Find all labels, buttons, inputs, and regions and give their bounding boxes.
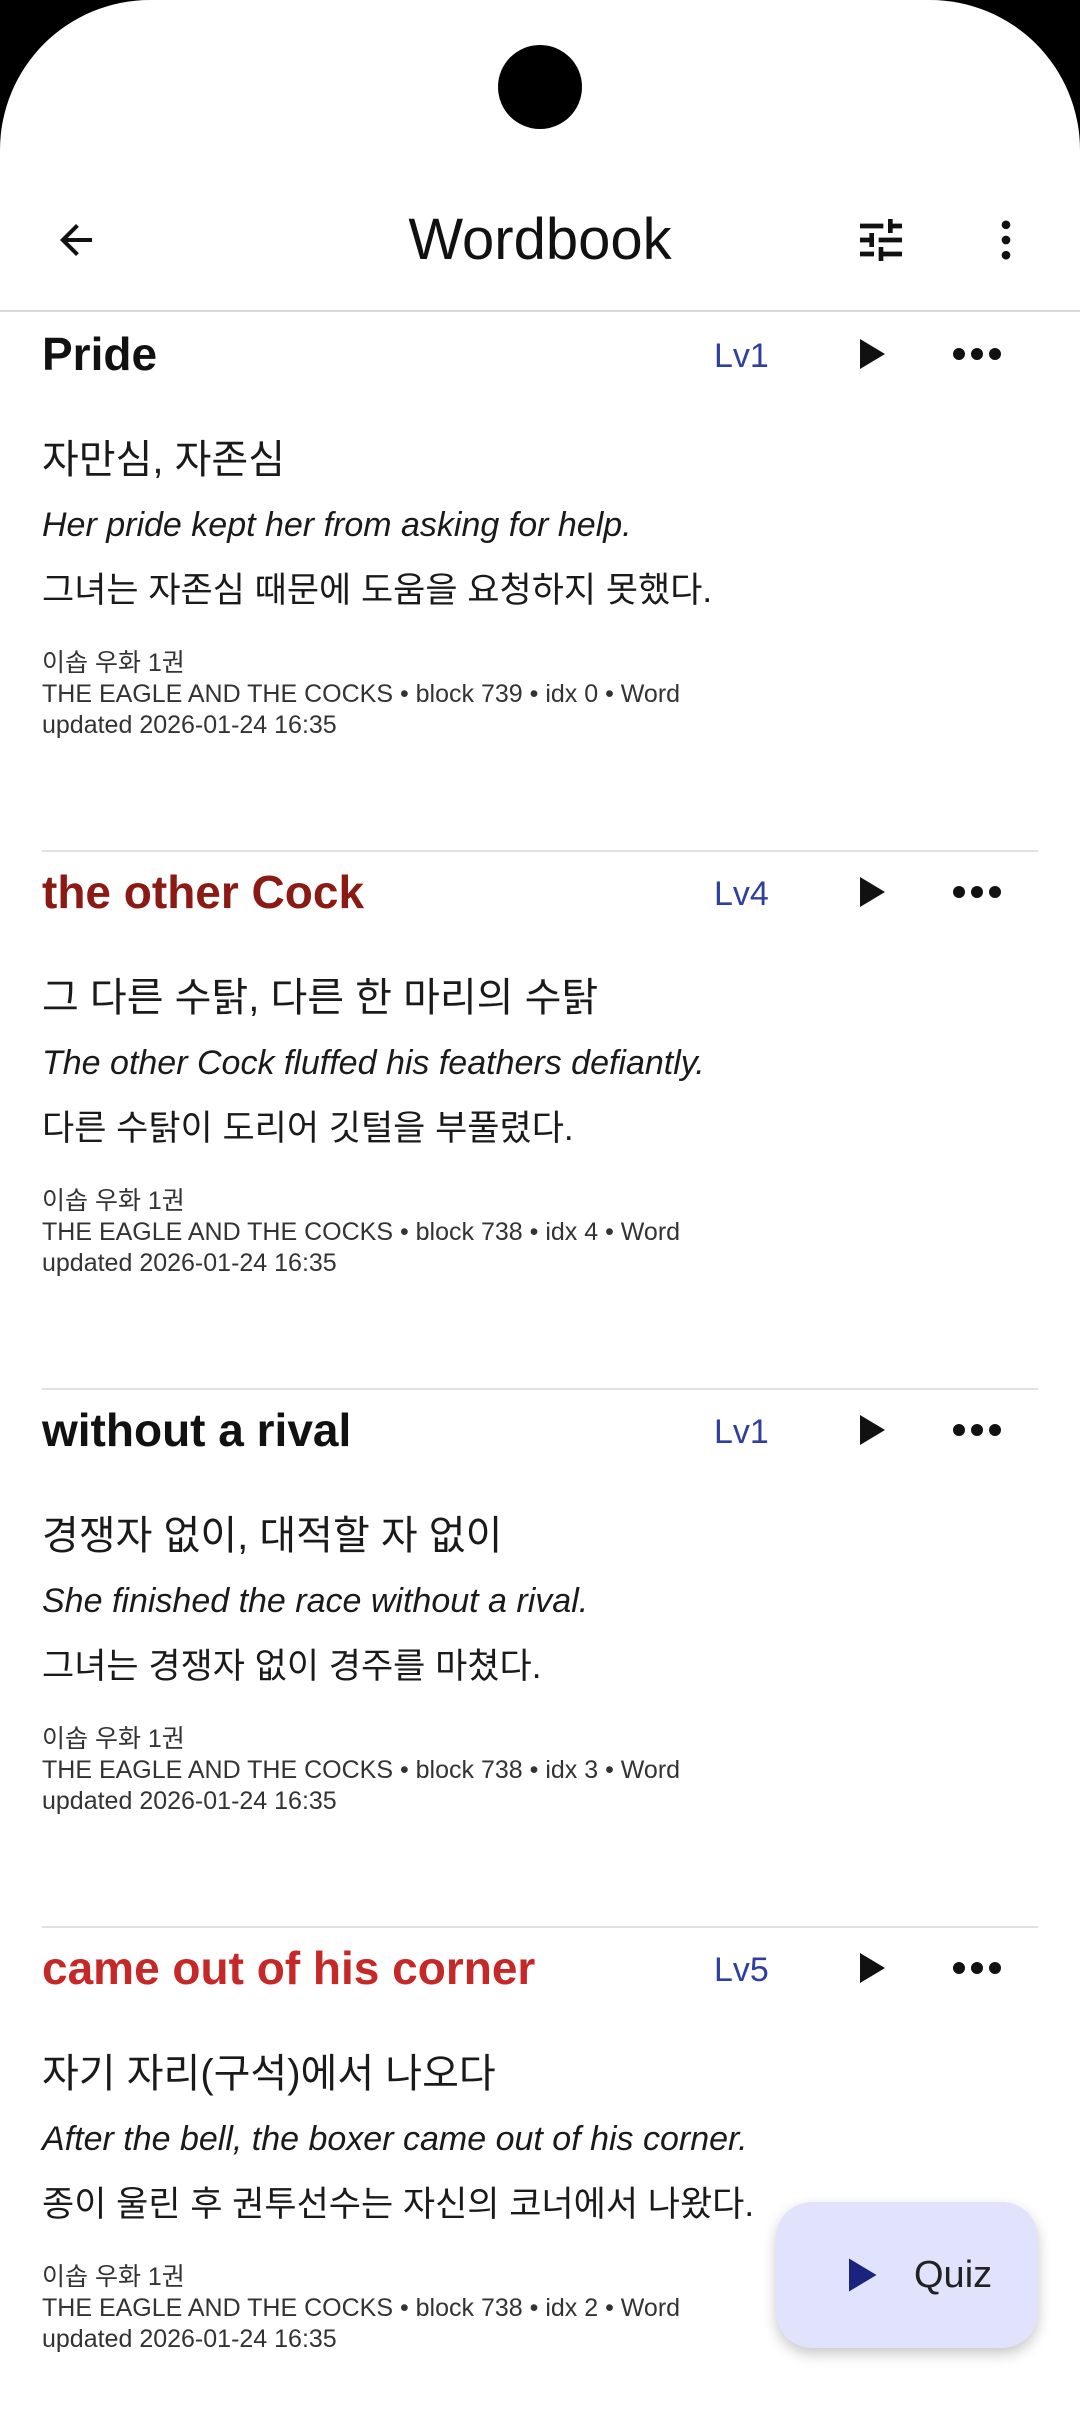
play-audio-button[interactable] [842,1940,898,1996]
page-title: Wordbook [408,207,672,272]
book-title: 이솝 우화 1권 [42,1187,185,1215]
play-audio-button[interactable] [842,864,898,920]
word-term: came out of his corner [42,1942,536,1994]
example-translation: 그녀는 자존심 때문에 도움을 요청하지 못했다. [42,571,713,610]
app-bar: Wordbook [0,170,1080,312]
word-card[interactable]: the other Cock Lv4 그 다른 수탉, 다른 한 마리의 수탉 … [42,850,1038,1390]
more-horiz-button[interactable] [942,1940,1012,1996]
more-horiz-button[interactable] [942,1402,1012,1458]
quiz-label: Quiz [914,2254,993,2296]
source-info: THE EAGLE AND THE COCKS • block 738 • id… [42,1756,681,1784]
play-icon [860,877,885,907]
level-badge: Lv5 [714,1951,769,1989]
camera-cutout [498,45,582,129]
level-badge: Lv1 [714,1413,769,1451]
example-sentence: Her pride kept her from asking for help. [42,506,632,544]
more-horiz-button[interactable] [942,864,1012,920]
tune-icon [860,219,902,261]
word-meaning: 자만심, 자존심 [42,438,286,482]
book-title: 이솝 우화 1권 [42,2263,185,2291]
screen: Wordbook Pride Lv1 자만심, 자존심 Her pride ke… [0,0,1080,2424]
updated-timestamp: updated 2026-01-24 16:35 [42,2325,337,2353]
source-info: THE EAGLE AND THE COCKS • block 738 • id… [42,2294,681,2322]
play-icon [860,1415,885,1445]
more-vert-icon [1001,220,1011,260]
example-sentence: She finished the race without a rival. [42,1582,589,1620]
word-meaning: 경쟁자 없이, 대적할 자 없이 [42,1514,503,1558]
source-info: THE EAGLE AND THE COCKS • block 738 • id… [42,1218,681,1246]
word-term: the other Cock [42,866,365,918]
more-horiz-icon [953,348,1001,360]
more-horiz-icon [953,1962,1001,1974]
more-horiz-button[interactable] [942,326,1012,382]
example-sentence: The other Cock fluffed his feathers defi… [42,1044,705,1082]
play-icon [860,339,885,369]
example-translation: 그녀는 경쟁자 없이 경주를 마쳤다. [42,1647,542,1686]
filter-button[interactable] [845,204,917,276]
word-card[interactable]: came out of his corner Lv5 자기 자리(구석)에서 나… [42,1926,1038,2424]
updated-timestamp: updated 2026-01-24 16:35 [42,1249,337,1277]
word-meaning: 자기 자리(구석)에서 나오다 [42,2052,496,2096]
word-term: Pride [42,328,158,380]
play-audio-button[interactable] [842,1402,898,1458]
example-translation: 종이 울린 후 권투선수는 자신의 코너에서 나왔다. [42,2185,755,2224]
play-icon [860,1953,885,1983]
level-badge: Lv1 [714,337,769,375]
word-card[interactable]: without a rival Lv1 경쟁자 없이, 대적할 자 없이 She… [42,1388,1038,1928]
word-meaning: 그 다른 수탉, 다른 한 마리의 수탉 [42,976,599,1020]
source-info: THE EAGLE AND THE COCKS • block 739 • id… [42,680,681,708]
more-horiz-icon [953,1424,1001,1436]
example-sentence: After the bell, the boxer came out of hi… [42,2120,748,2158]
more-options-button[interactable] [970,204,1042,276]
updated-timestamp: updated 2026-01-24 16:35 [42,1787,337,1815]
level-badge: Lv4 [714,875,769,913]
play-audio-button[interactable] [842,326,898,382]
example-translation: 다른 수탉이 도리어 깃털을 부풀렸다. [42,1109,574,1148]
word-term: without a rival [42,1404,352,1456]
play-icon [832,2247,888,2303]
more-horiz-icon [953,886,1001,898]
updated-timestamp: updated 2026-01-24 16:35 [42,711,337,739]
quiz-fab-button[interactable]: Quiz [776,2202,1038,2348]
word-card[interactable]: Pride Lv1 자만심, 자존심 Her pride kept her fr… [42,312,1038,852]
book-title: 이솝 우화 1권 [42,1725,185,1753]
book-title: 이솝 우화 1권 [42,649,185,677]
